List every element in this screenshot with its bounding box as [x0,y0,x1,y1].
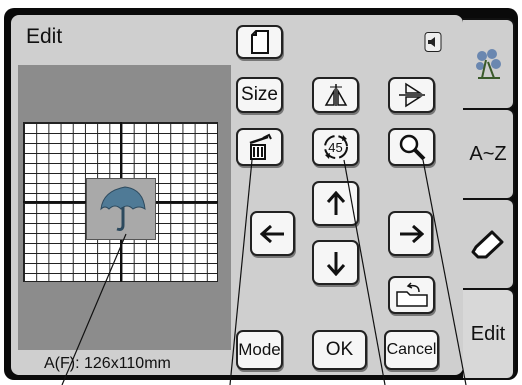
move-left-button[interactable] [250,211,295,256]
mode-button-label: Mode [238,340,281,359]
page-icon [250,30,269,54]
size-button[interactable]: Size [236,77,283,113]
cancel-button-label: Cancel [386,341,437,358]
page-title: Edit [26,25,63,48]
zoom-button[interactable] [388,128,435,166]
rotate-button[interactable]: 45 [312,128,359,166]
delete-button[interactable] [236,128,283,166]
move-down-button[interactable] [312,240,359,285]
mirror-horizontal-button[interactable] [312,77,359,113]
mirror-vertical-button[interactable] [388,77,435,113]
magnifier-icon [399,134,425,161]
mirror-horizontal-icon [324,84,347,106]
arrow-down-icon [326,251,345,276]
mode-button[interactable]: Mode [236,330,283,370]
center-button[interactable] [388,276,435,314]
tab-alphabet-label: A~Z [469,142,507,165]
move-right-button[interactable] [388,211,433,256]
tab-alphabet[interactable]: A~Z [463,108,515,200]
mirror-vertical-icon [398,82,425,108]
tab-edit[interactable]: Edit [463,288,515,380]
rotate-angle-label: 45 [328,139,343,155]
size-button-label: Size [241,84,278,105]
design-size-readout: A(F): 126x110mm [44,355,171,372]
umbrella-icon [100,186,146,231]
folder-return-icon [395,282,428,307]
arrow-up-icon [326,190,345,215]
tab-eraser[interactable] [463,198,515,290]
speaker-icon[interactable] [424,32,442,52]
ok-button[interactable]: OK [312,330,367,370]
tab-edit-label: Edit [470,322,506,345]
move-up-button[interactable] [312,181,359,226]
ok-button-label: OK [325,339,354,360]
new-page-button[interactable] [236,25,283,59]
tab-patterns[interactable] [463,18,515,110]
arrow-left-icon [259,224,284,243]
cancel-button[interactable]: Cancel [384,330,439,370]
arrow-right-icon [399,224,424,243]
eraser-icon [471,230,504,259]
flower-icon [476,49,501,79]
umbrella-motif[interactable] [86,178,156,240]
trash-icon [249,133,272,160]
